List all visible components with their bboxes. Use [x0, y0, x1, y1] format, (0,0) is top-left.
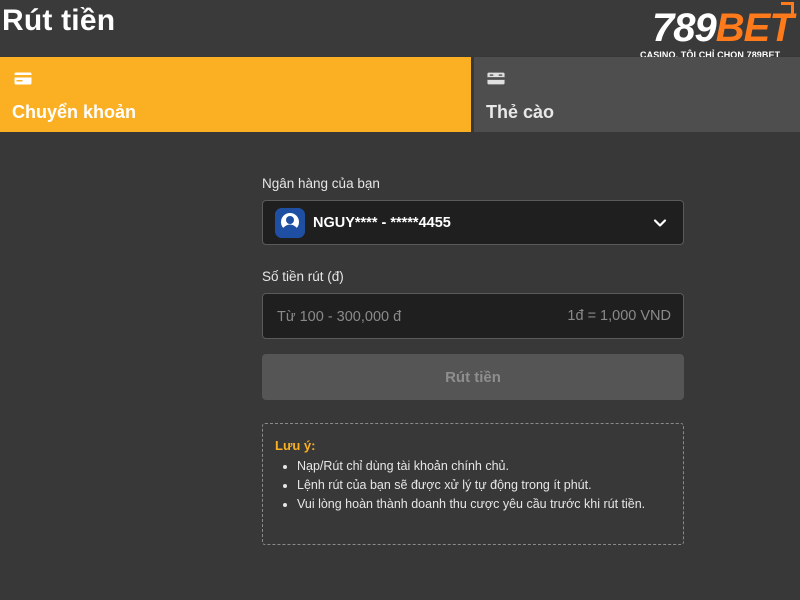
note-title: Lưu ý:: [275, 438, 316, 453]
amount-label: Số tiền rút (đ): [262, 269, 344, 284]
exchange-rate-hint: 1đ = 1,000 VND: [567, 308, 671, 324]
bank-logo-icon: [275, 208, 305, 238]
bank-select[interactable]: NGUY**** - *****4455: [262, 200, 684, 245]
note-list: Nạp/Rút chỉ dùng tài khoản chính chủ. Lệ…: [275, 459, 671, 512]
logo-corner-accent: [781, 2, 794, 15]
tab-bank-transfer[interactable]: Chuyển khoản: [0, 57, 471, 132]
header: Rút tiền 789BET CASINO, TÔI CHỈ CHỌN 789…: [0, 0, 800, 60]
logo-mark: 789BET: [652, 6, 794, 50]
page-title: Rút tiền: [2, 4, 116, 37]
scratch-card-icon: [487, 72, 505, 85]
bank-account-value: NGUY**** - *****4455: [313, 215, 451, 231]
withdraw-button[interactable]: Rút tiền: [262, 354, 684, 400]
bank-label: Ngân hàng của bạn: [262, 176, 380, 191]
brand-logo: 789BET CASINO, TÔI CHỈ CHỌN 789BET: [636, 2, 800, 62]
logo-mark-number: 789: [652, 6, 717, 50]
chevron-down-icon: [653, 219, 667, 227]
note-item: Vui lòng hoàn thành doanh thu cược yêu c…: [297, 497, 671, 512]
tab-scratch-card-label: Thẻ cào: [486, 102, 555, 122]
amount-input[interactable]: [275, 294, 549, 340]
amount-field: 1đ = 1,000 VND: [262, 293, 684, 340]
note-box: Lưu ý: Nạp/Rút chỉ dùng tài khoản chính …: [262, 423, 684, 545]
note-item: Lệnh rút của bạn sẽ được xử lý tự động t…: [297, 478, 671, 493]
card-icon: [14, 72, 32, 85]
note-item: Nạp/Rút chỉ dùng tài khoản chính chủ.: [297, 459, 671, 474]
withdraw-method-tabs: Chuyển khoản Thẻ cào: [0, 57, 800, 132]
tab-bank-transfer-label: Chuyển khoản: [12, 102, 137, 122]
tab-scratch-card[interactable]: Thẻ cào: [474, 57, 800, 132]
